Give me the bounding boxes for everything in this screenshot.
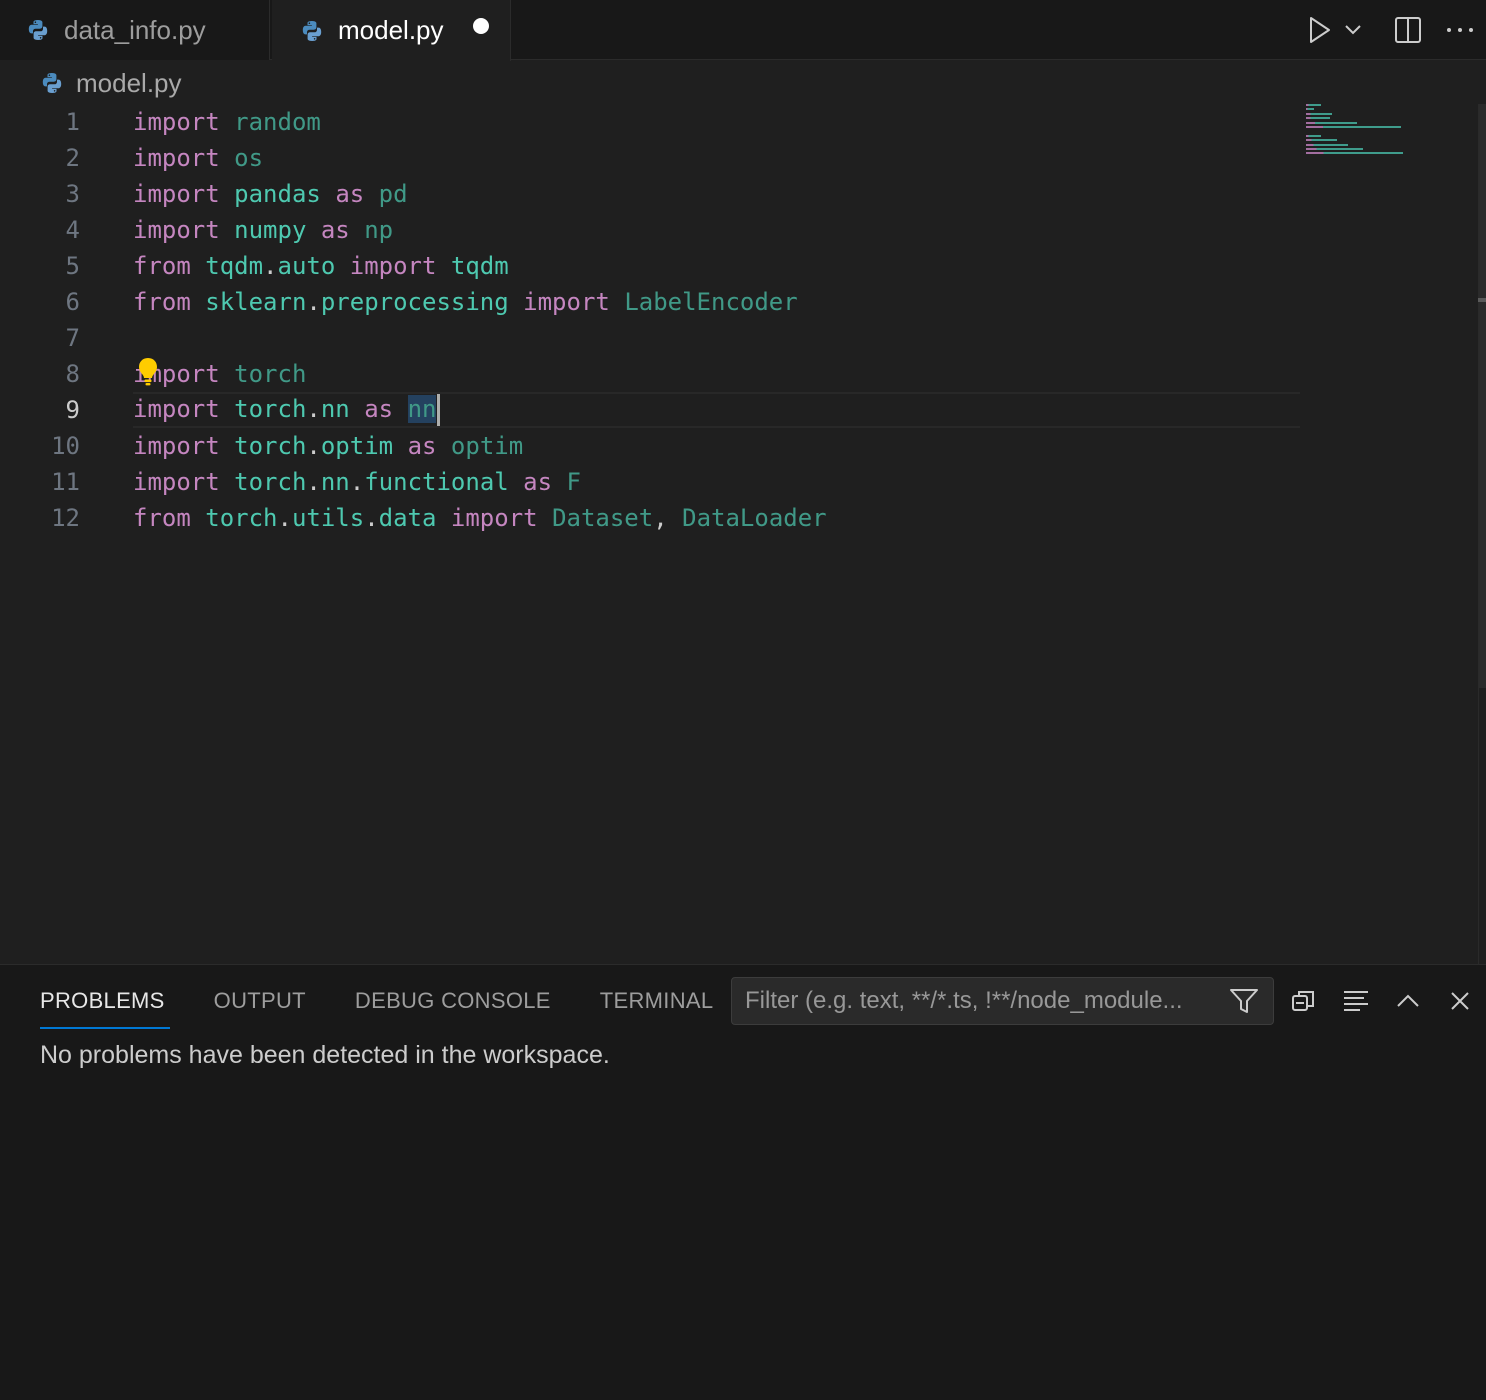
- code-line[interactable]: 7: [0, 320, 1300, 356]
- lightbulb-icon[interactable]: [136, 356, 160, 388]
- breadcrumb-file[interactable]: model.py: [76, 68, 182, 99]
- breadcrumb[interactable]: model.py: [40, 64, 182, 102]
- filter-icon[interactable]: [1229, 987, 1259, 1015]
- line-number: 9: [65, 396, 80, 424]
- minimap[interactable]: [1306, 104, 1416, 160]
- chevron-down-icon: [1345, 25, 1361, 35]
- code-line-current[interactable]: 9 import torch.nn as nn: [0, 392, 1300, 428]
- text-cursor: [437, 394, 441, 426]
- tab-terminal[interactable]: TERMINAL: [600, 965, 714, 1037]
- line-number: 4: [65, 216, 80, 244]
- split-editor-button[interactable]: [1388, 10, 1428, 50]
- code-line[interactable]: 11 import torch.nn.functional as F: [0, 464, 1300, 500]
- filter-input[interactable]: [745, 987, 1215, 1015]
- line-number: 6: [65, 288, 80, 316]
- tab-label: model.py: [338, 15, 444, 45]
- line-number: 1: [65, 108, 80, 136]
- tab-problems[interactable]: PROBLEMS: [40, 965, 170, 1037]
- line-code: import torch.optim as optim: [133, 432, 524, 460]
- more-actions-button[interactable]: [1440, 10, 1480, 50]
- line-code: import pandas as pd: [133, 180, 408, 208]
- line-number: 7: [65, 324, 80, 352]
- tab-output[interactable]: OUTPUT: [214, 965, 306, 1037]
- line-code: from tqdm.auto import tqdm: [133, 252, 509, 280]
- scrollbar-thumb[interactable]: [1479, 104, 1486, 688]
- line-code: from torch.utils.data import Dataset, Da…: [133, 504, 827, 532]
- code-line[interactable]: 4 import numpy as np: [0, 212, 1300, 248]
- code-line[interactable]: 10 import torch.optim as optim: [0, 428, 1300, 464]
- tab-debug-console[interactable]: DEBUG CONSOLE: [355, 965, 551, 1037]
- run-icon: [1310, 17, 1330, 43]
- bottom-panel: PROBLEMS OUTPUT DEBUG CONSOLE TERMINAL N…: [0, 964, 1486, 1400]
- word-wrap-button[interactable]: [1340, 985, 1372, 1017]
- line-code: import random: [133, 108, 321, 136]
- line-code: from sklearn.preprocessing import LabelE…: [133, 288, 798, 316]
- unsaved-changes-dot[interactable]: [473, 18, 489, 34]
- line-code: import numpy as np: [133, 216, 394, 244]
- line-number: 8: [65, 360, 80, 388]
- run-dropdown-button[interactable]: [1340, 10, 1366, 50]
- code-line[interactable]: 8 import torch: [0, 356, 1300, 392]
- code-line[interactable]: 2 import os: [0, 140, 1300, 176]
- close-panel-button[interactable]: [1444, 985, 1476, 1017]
- run-button[interactable]: [1300, 10, 1340, 50]
- collapse-all-button[interactable]: [1288, 985, 1320, 1017]
- line-number: 3: [65, 180, 80, 208]
- code-line[interactable]: 12 from torch.utils.data import Dataset,…: [0, 500, 1300, 536]
- problems-message: No problems have been detected in the wo…: [40, 1041, 610, 1069]
- chevron-up-icon: [1397, 994, 1419, 1007]
- editor-tab-bar: data_info.py model.py: [0, 0, 1486, 61]
- python-icon: [302, 20, 322, 41]
- line-number: 2: [65, 144, 80, 172]
- split-editor-icon: [1395, 17, 1421, 43]
- line-code: import os: [133, 144, 264, 172]
- code-line[interactable]: 3 import pandas as pd: [0, 176, 1300, 212]
- code-line[interactable]: 1 import random: [0, 104, 1300, 140]
- collapse-all-icon: [1292, 991, 1314, 1011]
- close-icon: [1451, 992, 1469, 1010]
- python-icon: [28, 20, 48, 40]
- line-number: 10: [51, 432, 80, 460]
- problems-filter[interactable]: [731, 977, 1274, 1025]
- code-editor[interactable]: 1 import random 2 import os 3 import pan…: [0, 104, 1486, 964]
- selected-text: nn: [407, 395, 437, 423]
- tab-model[interactable]: model.py: [272, 0, 511, 61]
- line-code: import torch.nn.functional as F: [133, 468, 581, 496]
- more-actions-icon: [1447, 28, 1473, 32]
- maximize-panel-button[interactable]: [1392, 985, 1424, 1017]
- line-number: 12: [51, 504, 80, 532]
- line-number: 11: [51, 468, 80, 496]
- code-line[interactable]: 6 from sklearn.preprocessing import Labe…: [0, 284, 1300, 320]
- line-number: 5: [65, 252, 80, 280]
- editor-actions: [1300, 0, 1486, 60]
- word-wrap-icon: [1344, 991, 1368, 1011]
- line-code: import torch.nn as nn: [133, 394, 441, 426]
- tab-label: data_info.py: [64, 14, 206, 45]
- code-line[interactable]: 5 from tqdm.auto import tqdm: [0, 248, 1300, 284]
- tab-data-info[interactable]: data_info.py: [0, 0, 270, 60]
- panel-tabs: PROBLEMS OUTPUT DEBUG CONSOLE TERMINAL: [40, 965, 762, 1037]
- scrollbar-cursor-marker: [1478, 298, 1486, 302]
- python-icon: [42, 73, 62, 93]
